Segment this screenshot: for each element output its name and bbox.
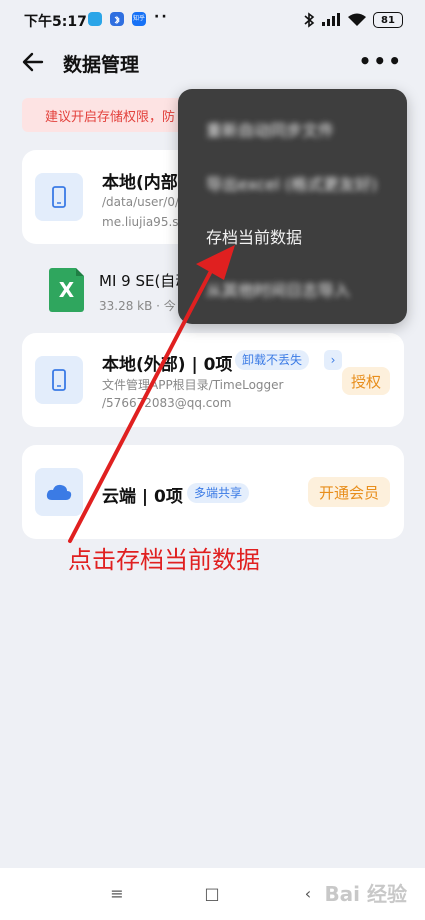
menu-icon[interactable]: ≡ (105, 884, 129, 904)
home-icon[interactable]: □ (200, 884, 224, 904)
back-icon[interactable]: ‹ (296, 884, 320, 904)
annotation-arrow (68, 245, 235, 543)
system-nav-bar: ≡ □ ‹ Bai 经验 (0, 868, 425, 920)
baidu-watermark: Bai 经验 (324, 882, 407, 906)
annotation-text: 点击存档当前数据 (68, 546, 260, 574)
